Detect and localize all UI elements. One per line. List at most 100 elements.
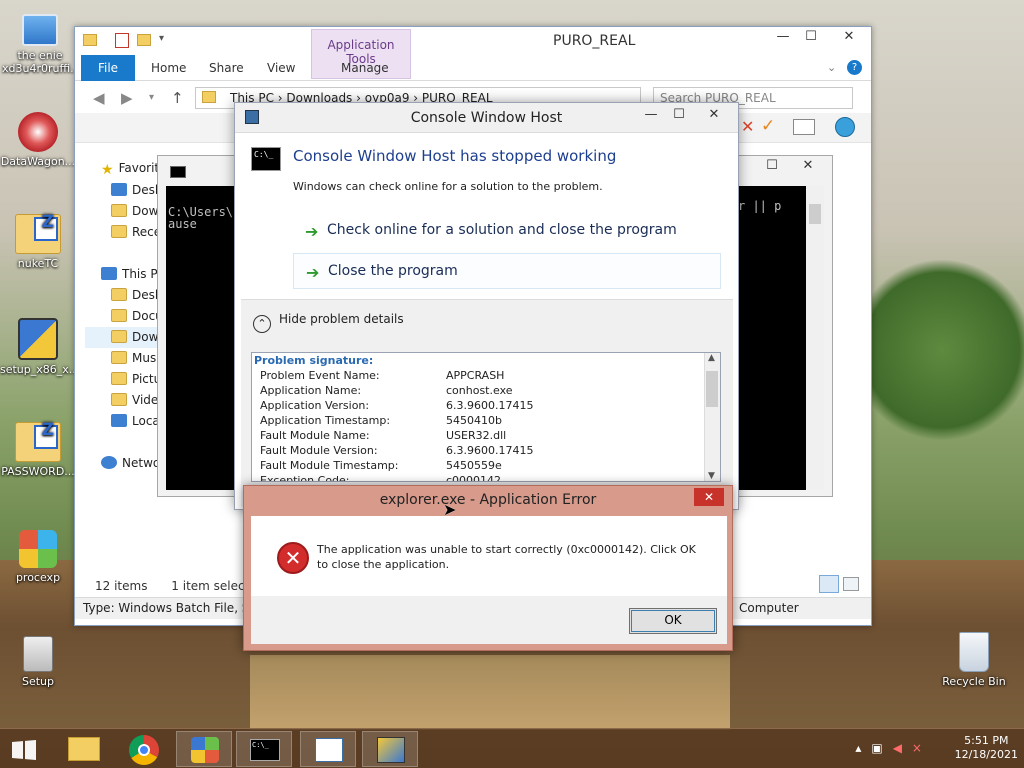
scrollbar-thumb[interactable] — [809, 204, 821, 224]
quick-access-dropdown-icon[interactable]: ▾ — [159, 33, 164, 44]
tab-manage[interactable]: Manage — [341, 61, 389, 75]
nav-fav-downloads[interactable]: Dow — [111, 204, 158, 218]
taskbar-problem-reporting[interactable] — [362, 731, 418, 767]
explorer-titlebar[interactable]: ▾ Application Tools PURO_REAL — ☐ ✕ — [75, 27, 871, 79]
large-icons-view-icon[interactable] — [843, 577, 859, 591]
nav-pc-videos[interactable]: Vide — [111, 393, 158, 407]
taskbar-notepad[interactable] — [300, 731, 356, 767]
error-close-button[interactable]: ✕ — [694, 488, 724, 506]
forward-icon[interactable]: ▶ — [121, 89, 133, 107]
nav-this-pc[interactable]: This P — [101, 267, 158, 281]
hide-problem-details-toggle[interactable]: ⌃ Hide problem details — [253, 312, 404, 333]
desktop-icon-password[interactable]: Z PASSWORD... — [0, 422, 76, 479]
nav-pc-local-disk[interactable]: Loca — [111, 414, 160, 428]
nav-pc-pictures[interactable]: Pictu — [111, 372, 161, 386]
nav-pc-music[interactable]: Mus — [111, 351, 156, 365]
back-icon[interactable]: ◀ — [93, 89, 105, 107]
delete-icon[interactable]: ✕ — [741, 117, 754, 136]
scroll-up-icon[interactable]: ▲ — [708, 353, 715, 363]
taskbar-chrome[interactable] — [116, 731, 172, 767]
error-title: explorer.exe - Application Error — [379, 492, 597, 508]
ribbon-expand-icon[interactable]: ⌄ — [827, 61, 836, 74]
console-right-text: r || p — [738, 199, 782, 213]
dialog-titlebar[interactable]: Console Window Host — ☐ ✕ — [235, 103, 738, 133]
ribbon-tabs: File Home Share View Manage ⌄ ? — [75, 55, 871, 81]
close-button[interactable]: ✕ — [697, 107, 731, 127]
problem-signature-label: Problem signature: — [254, 354, 374, 367]
scroll-down-icon[interactable]: ▼ — [708, 471, 715, 481]
nav-favorites[interactable]: ★ Favorit — [101, 161, 159, 178]
nav-pc-desktop[interactable]: Desk — [111, 288, 162, 302]
detail-row: Exception Code: c0000142 — [260, 474, 501, 481]
desktop-icon-label: DataWagon... — [0, 155, 76, 168]
nav-pc-documents[interactable]: Docu — [111, 309, 163, 323]
console-close-button[interactable]: ✕ — [790, 158, 826, 178]
network-icon[interactable]: ▣ — [871, 741, 892, 755]
nav-network[interactable]: Netwo — [101, 456, 160, 470]
folder-icon — [111, 393, 127, 406]
desktop-icon-the-enie[interactable]: the enie xd3u4r0ruffi... — [2, 10, 81, 75]
nav-fav-recent[interactable]: Rece — [111, 225, 161, 239]
tab-share[interactable]: Share — [209, 61, 244, 75]
application-error-dialog[interactable]: explorer.exe - Application Error ✕ ✕ The… — [243, 485, 733, 651]
console-maximize-button[interactable]: ☐ — [758, 158, 786, 178]
taskbar-file-explorer[interactable] — [56, 731, 112, 767]
desktop-icon-nuketc[interactable]: Z nukeTC — [0, 214, 76, 270]
tab-file[interactable]: File — [81, 55, 135, 81]
help-icon[interactable]: ? — [847, 60, 862, 75]
folder-icon — [111, 330, 127, 343]
drive-icon — [111, 414, 127, 427]
green-arrow-icon: ➔ — [305, 222, 319, 241]
desktop-icon-datawagon[interactable]: DataWagon... — [0, 112, 76, 168]
taskbar-console[interactable]: C:\_ — [236, 731, 292, 767]
desktop-icon-setup[interactable]: Setup — [0, 636, 76, 688]
system-tray: ▴▣◀× — [855, 741, 932, 755]
properties-icon[interactable] — [115, 33, 129, 48]
clock[interactable]: 5:51 PM 12/18/2021 — [955, 734, 1018, 762]
desktop-icon-label: Recycle Bin — [942, 675, 1006, 688]
error-message: The application was unable to start corr… — [317, 543, 696, 571]
folder-icon — [111, 372, 127, 385]
green-arrow-icon: ➔ — [306, 263, 320, 282]
problem-signature-box[interactable]: Problem signature: Problem Event Name: AP… — [251, 352, 721, 482]
maximize-button[interactable]: ☐ — [665, 107, 693, 127]
details-scrollbar[interactable]: ▲ ▼ — [704, 353, 720, 481]
minimize-button[interactable]: — — [769, 29, 797, 49]
console-window-host-dialog[interactable]: Console Window Host — ☐ ✕ C:\_ Console W… — [234, 102, 739, 510]
show-hidden-icons-icon[interactable]: ▴ — [855, 741, 871, 755]
details-view-icon[interactable] — [819, 575, 839, 593]
preview-pane-icon[interactable] — [793, 119, 815, 135]
close-program-option[interactable]: ➔ Close the program — [293, 253, 721, 289]
taskbar-datawagon[interactable] — [176, 731, 232, 767]
folder-icon — [202, 91, 216, 103]
detail-value: USER32.dll — [446, 429, 507, 442]
start-button[interactable] — [0, 731, 48, 767]
up-icon[interactable]: ↑ — [171, 89, 184, 107]
minimize-button[interactable]: — — [637, 107, 665, 127]
error-titlebar[interactable]: explorer.exe - Application Error ✕ — [244, 486, 732, 516]
recent-locations-icon[interactable]: ▾ — [149, 92, 154, 103]
nav-label: Netwo — [122, 456, 161, 470]
scrollbar-thumb[interactable] — [706, 371, 718, 407]
detail-row: Application Name: conhost.exe — [260, 384, 513, 397]
console-scrollbar[interactable] — [806, 186, 824, 490]
desktop-icon-setup-x86[interactable]: setup_x86_x... — [0, 318, 79, 376]
ok-button[interactable]: OK — [629, 608, 717, 634]
mouse-cursor-icon: ➤ — [443, 500, 457, 519]
desktop-icon-procexp[interactable]: procexp — [0, 530, 76, 584]
maximize-button[interactable]: ☐ — [797, 29, 825, 49]
desktop-icon-recycle-bin[interactable]: Recycle Bin — [936, 632, 1012, 688]
new-folder-icon[interactable] — [137, 34, 151, 46]
close-button[interactable]: ✕ — [831, 29, 867, 49]
network-globe-icon[interactable] — [835, 117, 855, 137]
error-icon: ✕ — [277, 542, 309, 574]
folder-icon — [83, 34, 97, 46]
setup-icon — [23, 636, 53, 672]
tab-home[interactable]: Home — [151, 61, 186, 75]
check-online-option[interactable]: ➔ Check online for a solution and close t… — [293, 213, 721, 249]
volume-muted-icon[interactable]: ◀× — [893, 741, 932, 755]
cmd-icon — [170, 166, 186, 178]
tab-view[interactable]: View — [267, 61, 295, 75]
check-icon[interactable]: ✓ — [761, 116, 775, 136]
nav-fav-desktop[interactable]: Desk — [111, 183, 162, 197]
